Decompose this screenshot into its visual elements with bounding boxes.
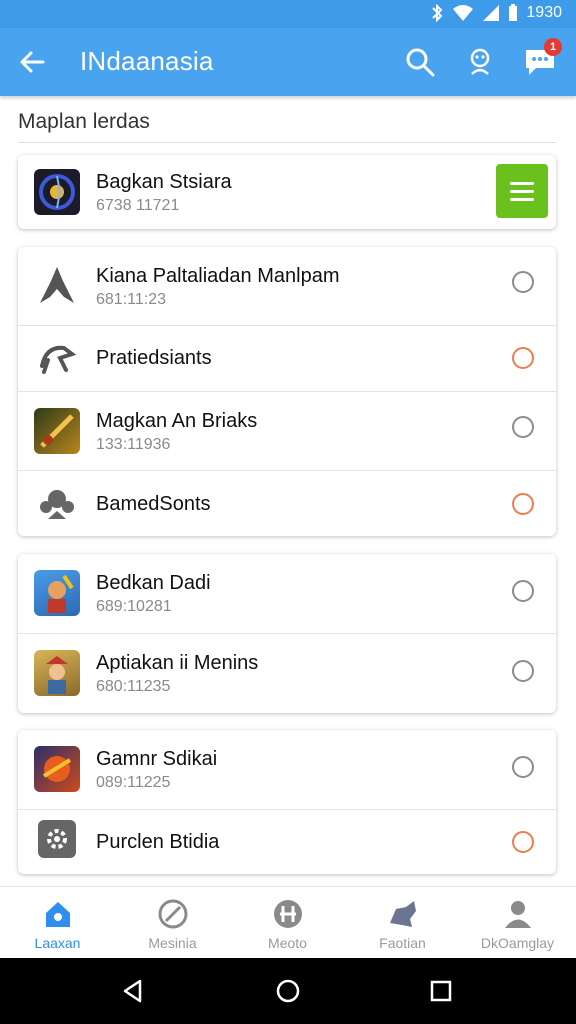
back-icon[interactable] bbox=[120, 978, 146, 1004]
signal-icon bbox=[483, 5, 500, 21]
item-title: Magkan An Briaks bbox=[96, 410, 258, 432]
tab-home[interactable]: Laaxan bbox=[0, 887, 115, 959]
item-subtitle: 680:11235 bbox=[96, 678, 171, 695]
radio-button[interactable] bbox=[512, 416, 534, 438]
item-title: Pratiedsiants bbox=[96, 347, 212, 369]
list-item[interactable]: Bedkan Dadi 689:10281 bbox=[18, 554, 556, 633]
creature-icon bbox=[40, 490, 74, 519]
item-subtitle: 689:10281 bbox=[96, 598, 172, 615]
game-id: 6738 11721 bbox=[96, 197, 180, 214]
game-title: Bagkan Stsiara bbox=[96, 171, 232, 193]
notification-badge: 1 bbox=[544, 38, 562, 56]
featured-game-card[interactable]: Bagkan Stsiara 6738 11721 bbox=[18, 155, 556, 229]
item-title: Aptiakan ii Menins bbox=[96, 652, 259, 674]
status-time: 1930 bbox=[526, 4, 562, 21]
list-item[interactable]: Magkan An Briaks 133:11936 bbox=[18, 391, 556, 470]
radio-button[interactable] bbox=[512, 493, 534, 515]
item-subtitle: 681:11:23 bbox=[96, 291, 166, 308]
radio-button[interactable] bbox=[512, 271, 534, 293]
puzzle-gear-icon bbox=[38, 820, 76, 858]
hero-avatar-icon bbox=[34, 570, 80, 616]
tab-meoto[interactable]: Meoto bbox=[230, 887, 345, 959]
game-thumbnail-icon bbox=[34, 408, 80, 454]
list-item[interactable]: BamedSonts bbox=[18, 470, 556, 537]
wifi-icon bbox=[453, 5, 474, 21]
divider bbox=[18, 142, 556, 143]
user-icon bbox=[505, 901, 531, 928]
creature-icon bbox=[390, 901, 416, 927]
list-item[interactable]: Pratiedsiants bbox=[18, 325, 556, 391]
list-item[interactable]: Kiana Paltaliadan Manlpam 681:11:23 bbox=[18, 247, 556, 325]
bottom-navigation: Laaxan Mesinia Meoto Faotian DkOamglay bbox=[0, 886, 576, 959]
radio-button[interactable] bbox=[512, 660, 534, 682]
tab-media[interactable]: Mesinia bbox=[115, 887, 230, 959]
tab-label: Meoto bbox=[268, 935, 307, 951]
radio-button[interactable] bbox=[512, 580, 534, 602]
list-item[interactable]: Purclen Btidia bbox=[18, 809, 556, 874]
compass-icon bbox=[158, 899, 188, 929]
item-title: Purclen Btidia bbox=[96, 831, 220, 853]
back-arrow-icon[interactable] bbox=[18, 48, 46, 76]
menu-button[interactable] bbox=[496, 164, 548, 218]
bluetooth-icon bbox=[432, 4, 443, 22]
item-title: Kiana Paltaliadan Manlpam bbox=[96, 265, 340, 287]
item-subtitle: 133:11936 bbox=[96, 436, 171, 453]
warrior-silhouette-icon bbox=[40, 267, 74, 303]
tab-label: Faotian bbox=[379, 935, 426, 951]
status-bar: 1930 bbox=[0, 0, 576, 28]
game-logo-icon bbox=[34, 169, 80, 215]
featured-row[interactable]: Bagkan Stsiara 6738 11721 bbox=[18, 155, 556, 229]
battery-icon bbox=[509, 4, 518, 21]
game-list-card-3: Gamnr Sdikai 089:11225 Purclen Btidia bbox=[18, 730, 556, 874]
tab-label: DkOamglay bbox=[480, 935, 555, 951]
section-title: Maplan lerdas bbox=[18, 110, 150, 133]
chat-notification-button[interactable]: 1 bbox=[522, 38, 562, 80]
list-item[interactable]: Aptiakan ii Menins 680:11235 bbox=[18, 633, 556, 713]
page-title: INdaanasia bbox=[80, 46, 214, 76]
dragon-icon bbox=[40, 345, 77, 374]
game-thumbnail-icon bbox=[34, 746, 80, 792]
home-circle-icon[interactable] bbox=[275, 978, 301, 1004]
tab-label: Mesinia bbox=[148, 935, 197, 951]
search-icon[interactable] bbox=[402, 44, 438, 80]
item-title: BamedSonts bbox=[96, 493, 211, 515]
radio-button[interactable] bbox=[512, 756, 534, 778]
game-list-card-2: Bedkan Dadi 689:10281 Aptiakan ii Menins… bbox=[18, 554, 556, 713]
tab-label: Laaxan bbox=[34, 935, 81, 951]
list-item[interactable]: Gamnr Sdikai 089:11225 bbox=[18, 730, 556, 809]
character-avatar-icon bbox=[34, 650, 80, 696]
tab-profile[interactable]: DkOamglay bbox=[460, 887, 575, 959]
item-subtitle: 089:11225 bbox=[96, 774, 171, 791]
item-title: Bedkan Dadi bbox=[96, 572, 211, 594]
home-icon bbox=[46, 902, 70, 927]
tab-faotian[interactable]: Faotian bbox=[345, 887, 460, 959]
radio-button[interactable] bbox=[512, 831, 534, 853]
game-list-card-1: Kiana Paltaliadan Manlpam 681:11:23 Prat… bbox=[18, 247, 556, 536]
recents-icon[interactable] bbox=[428, 978, 454, 1004]
item-title: Gamnr Sdikai bbox=[96, 748, 218, 770]
robot-assistant-icon[interactable] bbox=[462, 44, 498, 80]
radio-button[interactable] bbox=[512, 347, 534, 369]
app-bar: INdaanasia 1 bbox=[0, 28, 576, 96]
grid-circle-icon bbox=[274, 900, 302, 928]
system-navigation-bar bbox=[0, 958, 576, 1024]
